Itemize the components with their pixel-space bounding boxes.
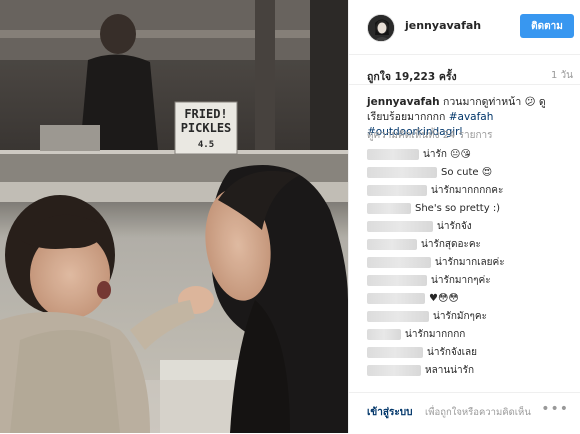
comments-list: น่ารัก 😐😘 So cute 😍 น่ารักมากกกกคะ She's… bbox=[367, 145, 572, 379]
comment-text: น่ารักมักๆคะ bbox=[433, 310, 487, 322]
post-side-panel: jennyavafah ติดตาม ถูกใจ 19,223 ครั้ง 1 … bbox=[348, 0, 580, 433]
comment-item: น่ารักสุดอะคะ bbox=[367, 235, 572, 253]
comment-item: น่ารักมากกกก bbox=[367, 325, 572, 343]
comment-item: หลานน่ารัก bbox=[367, 361, 572, 379]
post-stats: ถูกใจ 19,223 ครั้ง 1 วัน bbox=[349, 54, 580, 85]
comment-item: ♥😳😳 bbox=[367, 289, 572, 307]
redacted-username bbox=[367, 202, 411, 214]
view-all-comments-link[interactable]: ดูความคิดเห็นทั้ง 24 รายการ bbox=[367, 128, 492, 143]
post-time[interactable]: 1 วัน bbox=[551, 68, 573, 83]
comment-text: น่ารักจัง bbox=[437, 220, 472, 232]
redacted-username bbox=[367, 220, 433, 232]
redacted-username bbox=[367, 292, 425, 304]
redacted-username bbox=[367, 346, 423, 358]
comment-text: น่ารัก 😐😘 bbox=[423, 148, 471, 160]
comment-text: She's so pretty :) bbox=[415, 202, 501, 214]
comment-item: น่ารักจัง bbox=[367, 217, 572, 235]
caption-username[interactable]: jennyavafah bbox=[367, 96, 440, 108]
comment-item: น่ารักมากเลยค่ะ bbox=[367, 253, 572, 271]
comment-text: So cute 😍 bbox=[441, 166, 493, 178]
comment-text: น่ารักสุดอะคะ bbox=[421, 238, 481, 250]
redacted-username bbox=[367, 184, 427, 196]
redacted-username bbox=[367, 256, 431, 268]
post-header: jennyavafah ติดตาม bbox=[349, 0, 580, 55]
comment-text: น่ารักมากเลยค่ะ bbox=[435, 256, 505, 268]
avatar-image-icon bbox=[368, 15, 394, 41]
comment-text: น่ารักมากกกกคะ bbox=[431, 184, 504, 196]
redacted-username bbox=[367, 328, 401, 340]
comment-item: น่ารักมักๆคะ bbox=[367, 307, 572, 325]
comment-text: น่ารักจังเลย bbox=[427, 346, 478, 358]
comment-item: น่ารักจังเลย bbox=[367, 343, 572, 361]
redacted-username bbox=[367, 238, 417, 250]
more-options-icon[interactable]: ••• bbox=[541, 401, 569, 417]
comment-item: น่ารักมากๆค่ะ bbox=[367, 271, 572, 289]
post-image[interactable]: FRIED! PICKLES 4.5 bbox=[0, 0, 348, 433]
comment-text: หลานน่ารัก bbox=[425, 364, 475, 376]
redacted-username bbox=[367, 166, 437, 178]
post-photo-illustration: FRIED! PICKLES 4.5 bbox=[0, 0, 348, 433]
comment-item: So cute 😍 bbox=[367, 163, 572, 181]
login-link[interactable]: เข้าสู่ระบบ bbox=[367, 405, 412, 420]
redacted-username bbox=[367, 274, 427, 286]
comment-item: น่ารัก 😐😘 bbox=[367, 145, 572, 163]
redacted-username bbox=[367, 148, 419, 160]
post-footer: เข้าสู่ระบบ เพื่อถูกใจหรือความคิดเห็น ••… bbox=[349, 392, 580, 434]
comment-text: น่ารักมากๆค่ะ bbox=[431, 274, 491, 286]
likes-count[interactable]: ถูกใจ 19,223 ครั้ง bbox=[367, 68, 457, 85]
comment-text: น่ารักมากกกก bbox=[405, 328, 466, 340]
comment-item: น่ารักมากกกกคะ bbox=[367, 181, 572, 199]
login-hint-text: เพื่อถูกใจหรือความคิดเห็น bbox=[425, 407, 531, 418]
follow-button[interactable]: ติดตาม bbox=[520, 14, 574, 38]
username-link[interactable]: jennyavafah bbox=[405, 19, 481, 32]
profile-avatar[interactable] bbox=[367, 14, 395, 42]
redacted-username bbox=[367, 364, 421, 376]
redacted-username bbox=[367, 310, 429, 322]
comment-item: She's so pretty :) bbox=[367, 199, 572, 217]
comment-text: ♥😳😳 bbox=[429, 292, 459, 304]
